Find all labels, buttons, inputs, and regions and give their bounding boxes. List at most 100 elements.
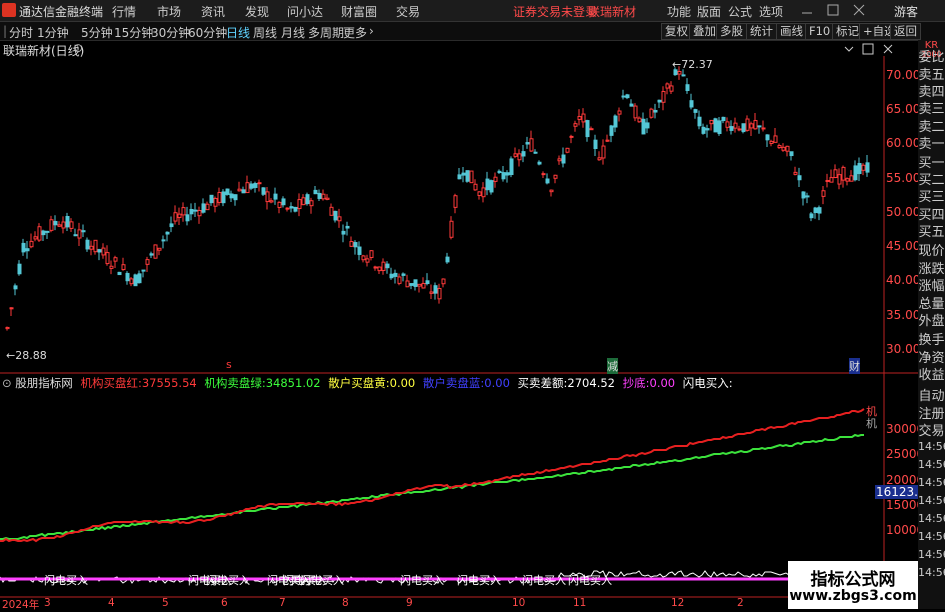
candle-body	[769, 140, 774, 144]
candle-body	[773, 135, 778, 143]
candle-body	[693, 109, 698, 113]
candle-body	[517, 153, 522, 161]
quote-row[interactable]: 涨幅	[918, 275, 945, 294]
candle-body	[173, 212, 178, 222]
candle-body	[357, 246, 362, 255]
indicator-label-chaodi: 抄底:	[622, 376, 650, 390]
kline-chart[interactable]	[0, 0, 918, 609]
candle-body	[273, 193, 278, 200]
quote-row[interactable]: 换手	[918, 329, 945, 348]
candle-body	[433, 285, 438, 294]
price-tick: 35.00	[886, 308, 921, 322]
candle-body	[425, 280, 430, 285]
candle-body	[473, 183, 478, 191]
candle-body	[537, 161, 542, 165]
tick-time: 14:56	[918, 476, 945, 489]
candle-body	[637, 117, 642, 123]
candle-body	[165, 231, 170, 235]
candle-body	[241, 189, 246, 194]
candle-body	[129, 278, 134, 285]
candle-body	[253, 183, 258, 188]
candle-body	[65, 216, 70, 228]
candle-body	[313, 189, 318, 195]
price-tick: 40.00	[886, 273, 921, 287]
flash-buy-label: 闪电买入	[300, 574, 344, 587]
tab-trade[interactable]: 交易	[918, 420, 945, 439]
candle-body	[553, 174, 558, 179]
candle-body	[417, 283, 422, 287]
candle-body	[469, 170, 474, 184]
tick-time: 14:56	[918, 494, 945, 507]
tick-time: 14:56	[918, 512, 945, 525]
tab-auto[interactable]: 自动	[918, 385, 945, 404]
quote-row[interactable]: 买三	[918, 186, 945, 205]
candle-body	[461, 172, 466, 176]
candle-body	[109, 265, 114, 269]
candle-body	[349, 241, 354, 247]
gear-icon[interactable]: ⊙	[2, 376, 12, 390]
marker-s[interactable]: s	[226, 358, 232, 371]
candle-body	[545, 178, 550, 184]
candle-body	[541, 173, 546, 176]
indicator-value-yellow: 0.00	[389, 376, 416, 390]
candle-body	[233, 194, 238, 201]
candle-body	[465, 170, 470, 182]
price-tick: 65.00	[886, 102, 921, 116]
quote-row[interactable]: 外盘	[918, 310, 945, 329]
candle-body	[841, 166, 846, 181]
price-tick: 50.00	[886, 205, 921, 219]
indicator-name[interactable]: 股朋指标网	[15, 376, 73, 390]
tick-time: 14:56	[918, 530, 945, 543]
candle-body	[725, 121, 730, 128]
candle-body	[333, 210, 338, 221]
candle-body	[497, 170, 502, 174]
candle-body	[229, 193, 234, 199]
candle-body	[633, 105, 638, 119]
candle-body	[509, 158, 514, 176]
candle-body	[113, 257, 118, 262]
candle-body	[401, 273, 406, 276]
candle-body	[793, 171, 798, 175]
candle-body	[277, 201, 282, 208]
candle-body	[645, 122, 650, 129]
candle-body	[641, 118, 646, 135]
candle-body	[193, 209, 198, 212]
quote-row[interactable]: 收益	[918, 364, 945, 383]
marker-jian[interactable]: 减	[607, 358, 618, 374]
quote-row[interactable]: 卖三	[918, 98, 945, 117]
candle-body	[413, 279, 418, 287]
flash-buy-label: 闪电买入	[457, 574, 501, 587]
candle-body	[285, 207, 290, 210]
candle-body	[785, 145, 790, 152]
candle-body	[325, 197, 330, 200]
candle-body	[589, 128, 594, 131]
quote-row[interactable]: 委比	[918, 46, 945, 65]
quote-row[interactable]: 买五	[918, 221, 945, 240]
x-month-label: 12	[671, 597, 685, 609]
candle-body	[185, 214, 190, 222]
quote-row[interactable]: 卖一	[918, 133, 945, 152]
candle-body	[421, 283, 426, 289]
indicator-value-green: 34851.02	[265, 376, 321, 390]
candle-body	[397, 276, 402, 284]
candle-body	[393, 272, 398, 277]
candle-body	[265, 191, 270, 203]
marker-cai[interactable]: 财	[849, 358, 860, 374]
candle-body	[85, 239, 90, 250]
candle-body	[197, 209, 202, 217]
candle-body	[669, 85, 674, 92]
candle-body	[377, 266, 382, 272]
indicator-value-blue: 0.00	[484, 376, 510, 390]
flash-buy-label: 闪电买入	[206, 574, 250, 587]
tick-time: 14:56	[918, 566, 945, 579]
x-month-label: 6	[221, 597, 228, 609]
candle-body	[565, 147, 570, 153]
candle-body	[761, 127, 766, 130]
candle-body	[125, 272, 130, 282]
quote-sidebar: KR 1000 委比 卖五 卖四 卖三 卖二 卖一 买一 买二 买三 买四 买五…	[918, 40, 945, 609]
quote-row[interactable]: 现价	[918, 240, 945, 259]
flash-buy-label: 闪电买入	[522, 574, 566, 587]
price-tick: 60.00	[886, 136, 921, 150]
candle-body	[369, 250, 374, 259]
candle-body	[133, 274, 138, 287]
